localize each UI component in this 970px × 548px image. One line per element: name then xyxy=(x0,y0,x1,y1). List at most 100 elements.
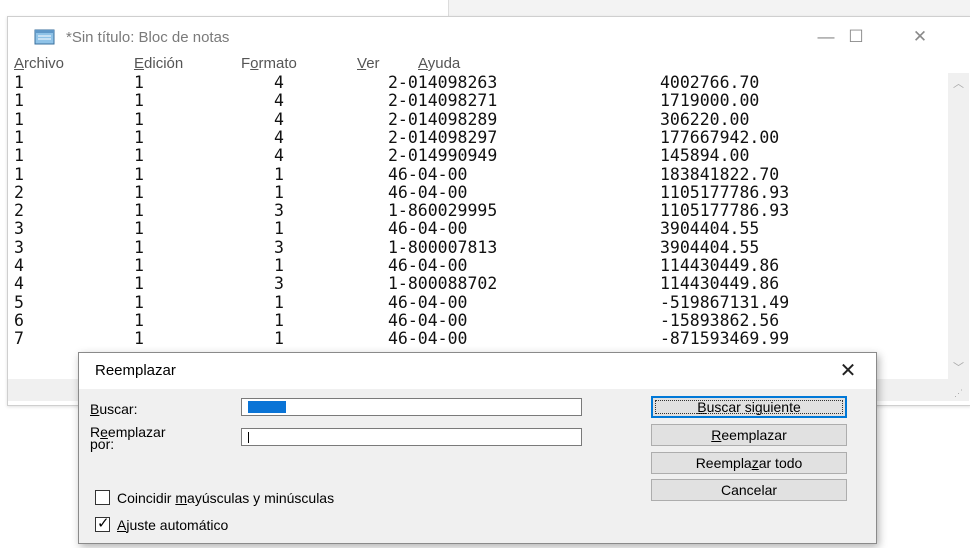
text-cell: 1-860029995 xyxy=(388,201,498,221)
text-cell: -871593469.99 xyxy=(660,329,790,349)
check-icon: ✓ xyxy=(97,515,110,532)
text-cell: 1 xyxy=(274,310,284,330)
text-cell: 46-04-00 xyxy=(388,292,468,312)
text-cell: 1 xyxy=(134,164,144,184)
find-next-button[interactable]: Buscar siguiente xyxy=(651,396,847,418)
text-cell: 3 xyxy=(274,274,284,294)
match-case-checkbox[interactable] xyxy=(95,490,110,505)
menu-formato[interactable]: Formato xyxy=(241,55,297,72)
text-cell: 1 xyxy=(274,292,284,312)
text-cell: 46-04-00 xyxy=(388,310,468,330)
find-label: Buscar: xyxy=(90,401,138,417)
text-area[interactable]: 1 1 4 2-014098263 4002766.70 1 1 4 2-014098271 17… xyxy=(8,73,948,379)
text-cell: 1 xyxy=(134,292,144,312)
text-cell: 1 xyxy=(274,219,284,239)
menu-ver[interactable]: Ver xyxy=(357,55,380,72)
text-cell: 1 xyxy=(274,182,284,202)
text-cell: 1 xyxy=(134,109,144,129)
text-cell: 4 xyxy=(14,274,24,294)
text-cell: 5 xyxy=(14,292,24,312)
text-cell: 3 xyxy=(274,237,284,257)
text-cell: 1-800007813 xyxy=(388,237,498,257)
match-case-label[interactable]: Coincidir mayúsculas y minúsculas xyxy=(117,490,334,506)
resize-grip-icon[interactable]: ⋰ xyxy=(948,379,969,401)
text-cell: 114430449.86 xyxy=(660,256,780,275)
text-cell: 1 xyxy=(14,146,24,166)
text-cell: 1 xyxy=(134,91,144,111)
wrap-around-checkbox[interactable]: ✓ xyxy=(95,515,110,532)
text-cell: 1 xyxy=(274,256,284,275)
text-cell: 2-014098289 xyxy=(388,109,498,129)
dialog-title-bar: Reemplazar ✕ xyxy=(79,353,876,389)
background-window-edge xyxy=(448,0,970,16)
text-cell: 46-04-00 xyxy=(388,256,468,275)
notepad-title: *Sin título: Bloc de notas xyxy=(66,29,230,46)
replace-input[interactable] xyxy=(241,428,582,446)
text-cell: 1 xyxy=(134,237,144,257)
text-cell: 145894.00 xyxy=(660,146,750,166)
text-cell: 46-04-00 xyxy=(388,164,468,184)
text-cell: 7 xyxy=(14,329,24,349)
text-cell: 1 xyxy=(14,164,24,184)
text-caret xyxy=(248,432,249,443)
find-input[interactable] xyxy=(241,398,582,416)
text-cell: 3 xyxy=(14,219,24,239)
replace-all-button[interactable]: Reemplazar todo xyxy=(651,452,847,474)
text-cell: 2-014098263 xyxy=(388,73,498,92)
notepad-window: *Sin título: Bloc de notas — ☐ ✕ Archivo… xyxy=(7,16,970,406)
text-cell: 4002766.70 xyxy=(660,73,760,92)
replace-dialog: Reemplazar ✕ Buscar: Reemplazar por: Busc… xyxy=(78,352,877,544)
text-cell: 1 xyxy=(134,201,144,221)
text-cell: 1719000.00 xyxy=(660,91,760,111)
text-cell: 4 xyxy=(274,91,284,111)
text-cell: 1 xyxy=(134,310,144,330)
scroll-up-icon[interactable]: ︿ xyxy=(948,75,969,91)
text-cell: 1105177786.93 xyxy=(660,182,790,202)
text-cell: 183841822.70 xyxy=(660,164,780,184)
close-button[interactable]: ✕ xyxy=(898,23,942,51)
maximize-button[interactable]: ☐ xyxy=(834,23,878,51)
menu-archivo[interactable]: Archivo xyxy=(14,55,64,72)
text-cell: 3904404.55 xyxy=(660,219,760,239)
notepad-title-bar: *Sin título: Bloc de notas — ☐ ✕ xyxy=(8,17,970,55)
text-cell: 1 xyxy=(134,256,144,275)
text-cell: 3904404.55 xyxy=(660,237,760,257)
dialog-close-button[interactable]: ✕ xyxy=(833,359,863,383)
notepad-app-icon xyxy=(34,29,55,45)
text-cell: 306220.00 xyxy=(660,109,750,129)
text-cell: 1 xyxy=(134,127,144,147)
text-cell: 3 xyxy=(274,201,284,221)
text-cell: -15893862.56 xyxy=(660,310,780,330)
text-cell: 2-014098297 xyxy=(388,127,498,147)
cancel-button[interactable]: Cancelar xyxy=(651,479,847,501)
text-cell: 4 xyxy=(274,73,284,92)
text-cell: 1 xyxy=(134,329,144,349)
text-cell: 1 xyxy=(134,182,144,202)
menu-ayuda[interactable]: Ayuda xyxy=(418,55,460,72)
text-cell: 3 xyxy=(14,237,24,257)
text-cell: 4 xyxy=(274,146,284,166)
scroll-down-icon[interactable]: ﹀ xyxy=(948,359,969,375)
text-cell: 1 xyxy=(134,219,144,239)
replace-button[interactable]: Reemplazar xyxy=(651,424,847,446)
text-cell: 1-800088702 xyxy=(388,274,498,294)
text-cell: 2 xyxy=(14,182,24,202)
text-cell: 6 xyxy=(14,310,24,330)
text-cell: 1 xyxy=(134,274,144,294)
text-cell: 46-04-00 xyxy=(388,219,468,239)
text-cell: 1 xyxy=(14,91,24,111)
vertical-scrollbar[interactable]: ︿ ﹀ xyxy=(948,73,969,379)
text-cell: 177667942.00 xyxy=(660,127,780,147)
text-cell: 2-014098271 xyxy=(388,91,498,111)
replace-label: Reemplazar por: xyxy=(90,424,166,452)
text-cell: 46-04-00 xyxy=(388,329,468,349)
text-cell: 1 xyxy=(274,329,284,349)
text-cell: 2-014990949 xyxy=(388,146,498,166)
menu-edicion[interactable]: Edición xyxy=(134,55,183,72)
wrap-around-label[interactable]: Ajuste automático xyxy=(117,517,228,533)
text-cell: -519867131.49 xyxy=(660,292,790,312)
dialog-title: Reemplazar xyxy=(95,362,176,379)
text-cell: 4 xyxy=(274,127,284,147)
text-cell: 1 xyxy=(14,109,24,129)
text-cell: 1 xyxy=(14,73,24,92)
